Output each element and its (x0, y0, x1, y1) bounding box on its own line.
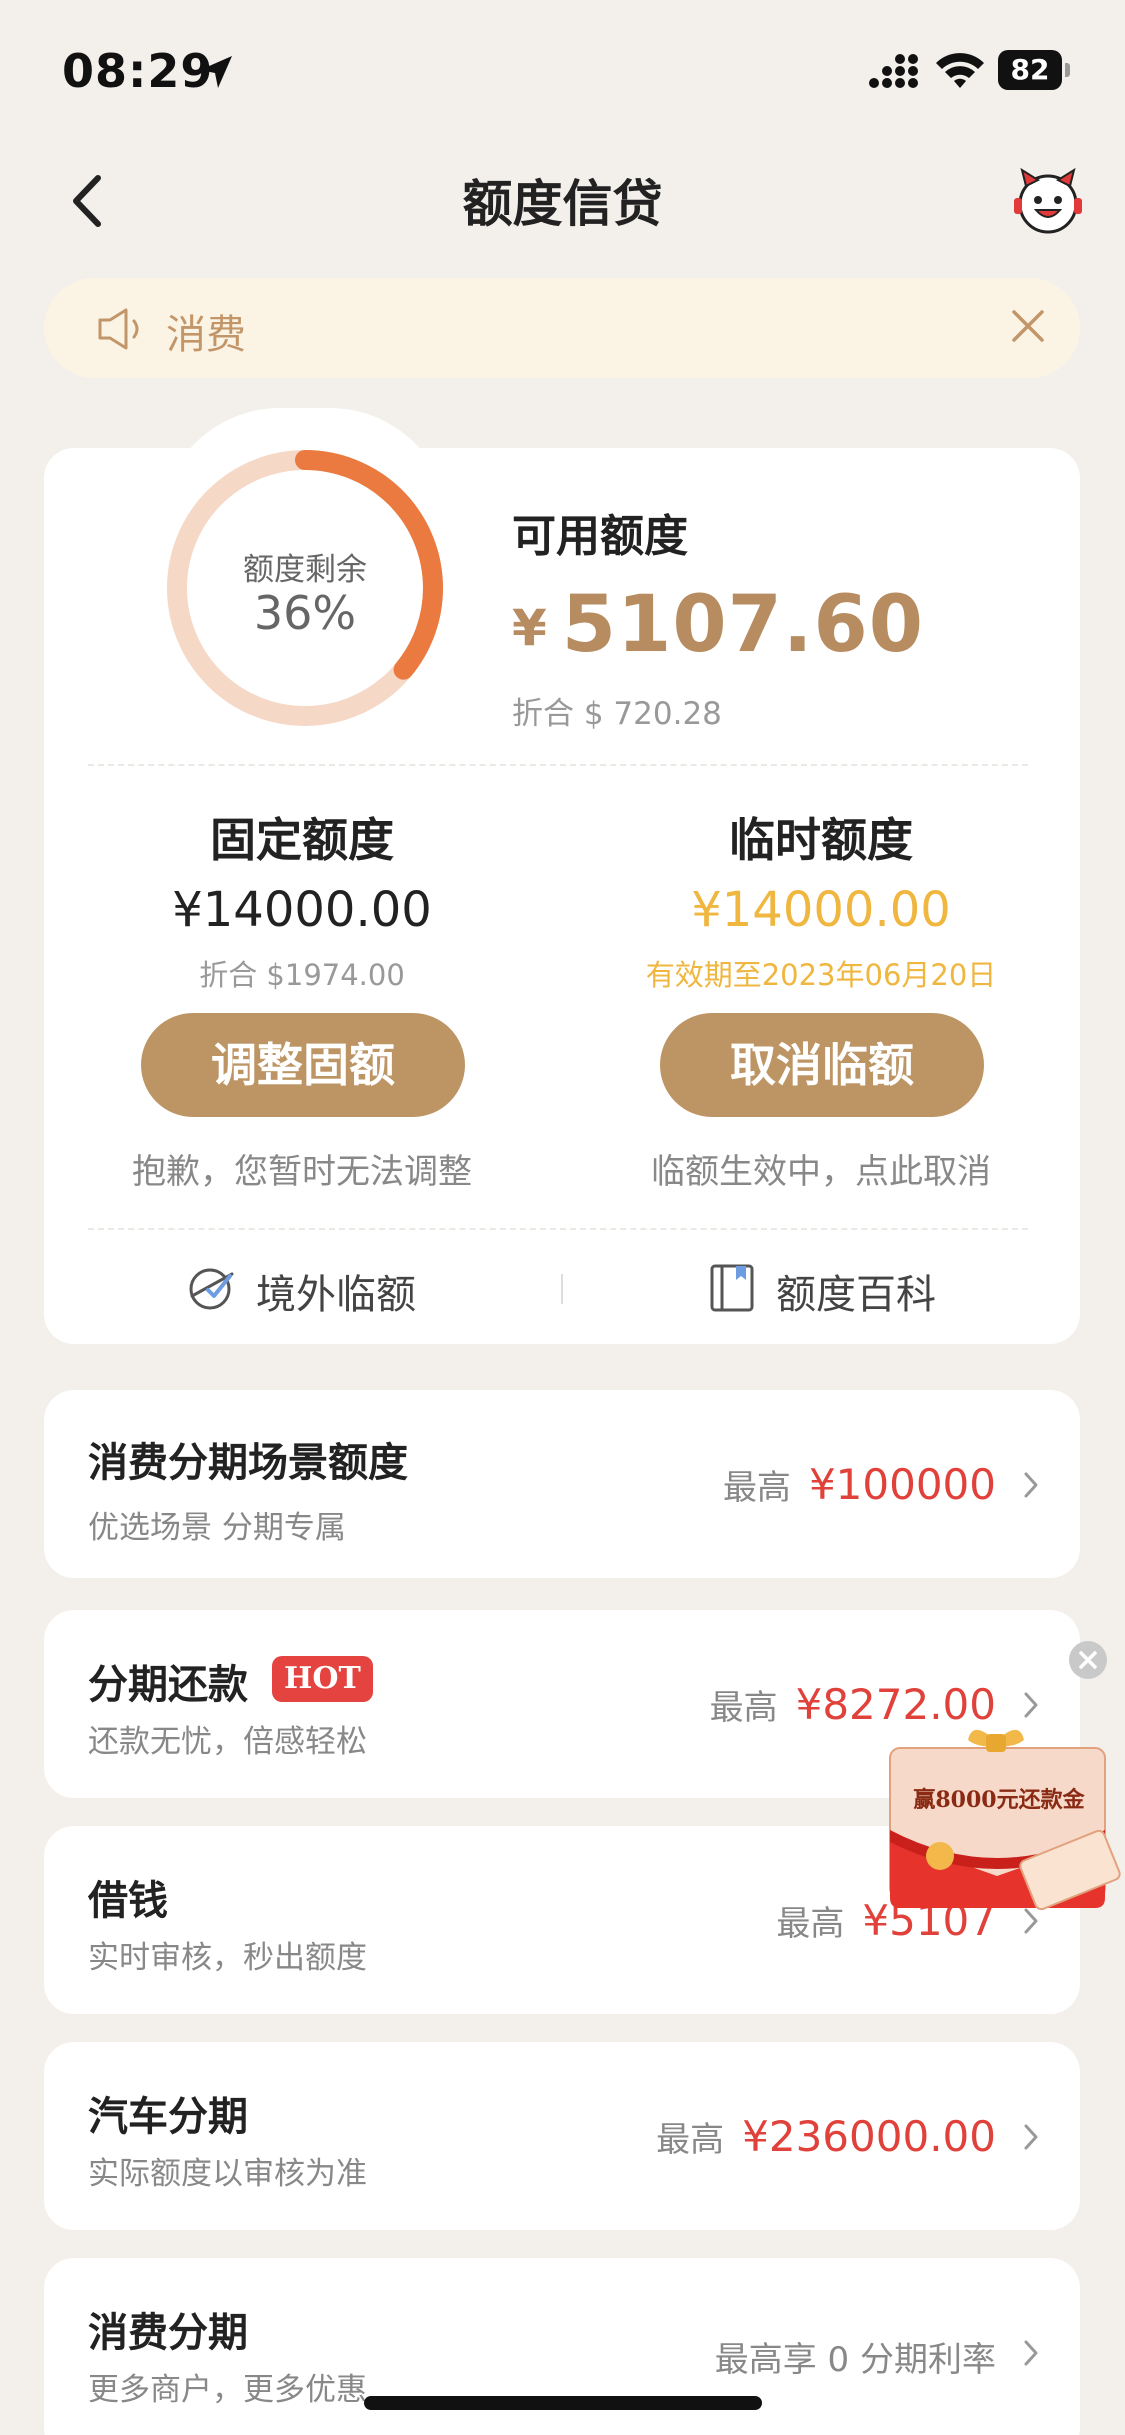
list-item-subtitle: 更多商户，更多优惠 (88, 2372, 367, 2408)
max-amount: ¥236000.00 (742, 2112, 996, 2161)
list-item-installment-scenario[interactable]: 消费分期场景额度 优选场景 分期专属 最高 ¥100000 (44, 1390, 1080, 1578)
max-prefix: 最高 (776, 1904, 845, 1944)
available-limit-label: 可用额度 (512, 511, 688, 562)
book-icon[interactable] (706, 1262, 758, 1314)
notice-text: 消费 (166, 312, 246, 358)
list-item-max-amount: 最高 ¥236000.00 (656, 2112, 996, 2161)
list-item-subtitle: 实际额度以审核为准 (88, 2156, 367, 2192)
max-amount: ¥100000 (808, 1460, 996, 1509)
battery-level: 82 (998, 50, 1062, 90)
currency-symbol: ¥ (512, 599, 548, 657)
list-item-title: 分期还款 (88, 1662, 248, 1708)
gauge-label: 额度剩余 (243, 552, 367, 588)
max-amount: ¥8272.00 (795, 1680, 996, 1729)
list-item-subtitle: 还款无忧，倍感轻松 (88, 1724, 367, 1760)
list-item-title: 消费分期 (88, 2310, 248, 2356)
home-indicator (364, 2396, 762, 2410)
temp-limit-expiry: 有效期至2023年06月20日 (645, 958, 997, 992)
speaker-icon (98, 308, 139, 350)
gauge-percent: 36% (253, 586, 357, 640)
status-time: 08:29 (62, 44, 214, 98)
status-bar: 08:29 82 (0, 0, 1125, 140)
temp-limit-amount: ¥14000.00 (691, 882, 951, 938)
location-arrow-icon (200, 56, 232, 88)
fixed-limit-note: 抱歉，您暂时无法调整 (132, 1152, 472, 1192)
list-item-title: 借钱 (88, 1878, 168, 1924)
fixed-limit-title: 固定额度 (210, 813, 394, 867)
divider (88, 764, 1028, 766)
page-title: 额度信贷 (462, 175, 663, 233)
mascot-service-icon[interactable] (1012, 164, 1084, 236)
chevron-right-icon (1024, 2340, 1038, 2366)
max-prefix: 最高 (709, 1688, 778, 1728)
link-separator (561, 1274, 563, 1304)
fixed-limit-usd: 折合 $1974.00 (199, 958, 405, 992)
list-item-right-text: 最高享 0 分期利率 (715, 2332, 996, 2381)
cellular-signal-icon (869, 54, 918, 88)
available-limit-amount: ¥5107.60 (512, 580, 924, 670)
available-usd-equivalent: 折合 $ 720.28 (512, 696, 722, 732)
wifi-icon (936, 53, 984, 88)
list-item-car-installment[interactable]: 汽车分期 实际额度以审核为准 最高 ¥236000.00 (44, 2042, 1080, 2230)
limit-encyclopedia-link[interactable]: 额度百科 (776, 1262, 936, 1320)
battery-indicator: 82 (998, 50, 1070, 90)
available-amount-value: 5107.60 (561, 580, 925, 670)
chevron-right-icon (1024, 2124, 1038, 2150)
promo-close-icon[interactable] (1068, 1640, 1108, 1680)
list-item-subtitle: 优选场景 分期专属 (88, 1510, 346, 1546)
chevron-right-icon (1024, 1472, 1038, 1498)
divider (88, 1228, 1028, 1230)
overseas-temp-limit-link[interactable]: 境外临额 (256, 1262, 416, 1320)
battery-tip (1065, 63, 1070, 77)
red-envelope-promo-icon[interactable] (860, 1726, 1125, 1926)
adjust-fixed-limit-button[interactable]: 调整固额 (141, 1013, 465, 1117)
list-item-subtitle: 实时审核，秒出额度 (88, 1940, 367, 1976)
max-prefix: 最高 (656, 2120, 725, 2160)
zero-rate-text: 最高享 0 分期利率 (714, 2340, 996, 2380)
notice-bar[interactable]: 消费 (44, 278, 1080, 378)
list-item-max-amount: 最高 ¥8272.00 (710, 1680, 996, 1729)
close-icon[interactable] (1008, 306, 1048, 346)
overseas-limit-icon[interactable] (186, 1262, 238, 1314)
promo-text[interactable]: 赢8000元还款金 (904, 1782, 1094, 1814)
chevron-right-icon (1024, 1692, 1038, 1718)
fixed-limit-amount: ¥14000.00 (172, 882, 432, 938)
temp-limit-note[interactable]: 临额生效中，点此取消 (591, 1144, 1051, 1193)
max-prefix: 最高 (722, 1468, 791, 1508)
list-item-title: 消费分期场景额度 (88, 1440, 408, 1486)
list-item-title: 汽车分期 (88, 2094, 248, 2140)
cancel-temp-limit-button[interactable]: 取消临额 (660, 1013, 984, 1117)
list-item-max-amount: 最高 ¥100000 (723, 1460, 996, 1509)
temp-limit-title: 临时额度 (729, 813, 913, 867)
hot-badge: HOT (272, 1656, 373, 1702)
